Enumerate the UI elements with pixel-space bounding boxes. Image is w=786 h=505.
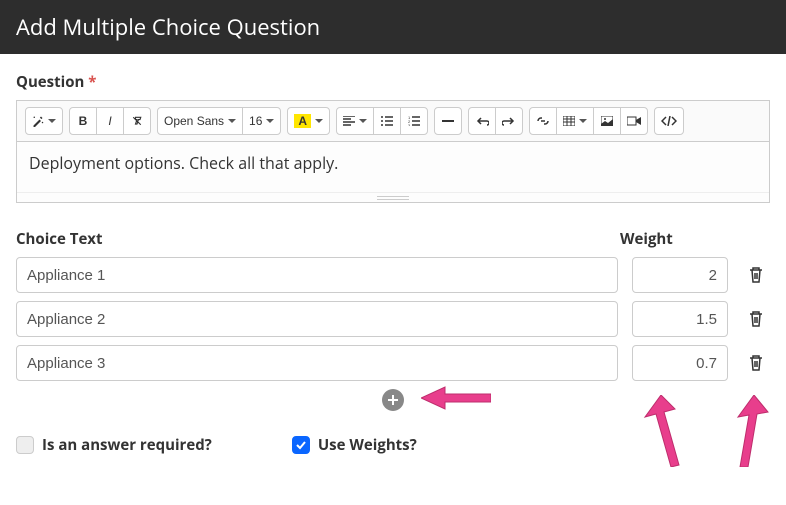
link-button[interactable] (529, 107, 557, 135)
choice-text-input[interactable] (16, 257, 618, 293)
table-button[interactable] (556, 107, 594, 135)
delete-choice-button[interactable] (742, 261, 770, 289)
clear-format-button[interactable] (123, 107, 151, 135)
trash-icon (748, 310, 764, 328)
options-row: Is an answer required? Use Weights? (16, 435, 770, 455)
weights-label: Use Weights? (318, 435, 417, 455)
question-label: Question (16, 72, 84, 92)
choices-section: Choice Text Weight (16, 229, 770, 411)
code-view-button[interactable] (654, 107, 684, 135)
choice-weight-header: Weight (620, 229, 730, 249)
ordered-list-button[interactable]: 123 (400, 107, 428, 135)
choice-row (16, 257, 770, 293)
choice-text-header: Choice Text (16, 229, 620, 249)
choice-weight-input[interactable] (632, 345, 728, 381)
choices-header-row: Choice Text Weight (16, 229, 770, 249)
unordered-list-button[interactable] (373, 107, 401, 135)
delete-choice-button[interactable] (742, 305, 770, 333)
required-checkbox-wrap[interactable]: Is an answer required? (16, 435, 212, 455)
dialog-title: Add Multiple Choice Question (16, 12, 320, 42)
dialog-content: Question * B I Open Sans 16 A 123 (0, 54, 786, 455)
magic-icon[interactable] (25, 107, 63, 135)
trash-icon (748, 266, 764, 284)
annotation-arrow (421, 383, 491, 413)
required-checkbox[interactable] (16, 436, 34, 454)
undo-button[interactable] (468, 107, 496, 135)
choice-weight-input[interactable] (632, 257, 728, 293)
image-button[interactable] (593, 107, 621, 135)
redo-button[interactable] (495, 107, 523, 135)
video-button[interactable] (620, 107, 648, 135)
italic-button[interactable]: I (96, 107, 124, 135)
dialog-header: Add Multiple Choice Question (0, 0, 786, 54)
delete-choice-button[interactable] (742, 349, 770, 377)
question-label-row: Question * (16, 72, 770, 92)
choice-row (16, 345, 770, 381)
choice-text-input[interactable] (16, 345, 618, 381)
required-asterisk: * (88, 72, 96, 92)
choice-text-input[interactable] (16, 301, 618, 337)
editor-toolbar: B I Open Sans 16 A 123 (17, 101, 769, 142)
plus-icon (387, 394, 399, 406)
bold-button[interactable]: B (69, 107, 97, 135)
hr-button[interactable] (434, 107, 462, 135)
font-family-select[interactable]: Open Sans (157, 107, 243, 135)
editor-resize-handle[interactable] (17, 192, 769, 202)
weights-checkbox-wrap[interactable]: Use Weights? (292, 435, 417, 455)
choice-weight-input[interactable] (632, 301, 728, 337)
add-choice-row (16, 389, 770, 411)
add-choice-button[interactable] (382, 389, 404, 411)
question-textarea[interactable]: Deployment options. Check all that apply… (17, 142, 769, 192)
highlight-button[interactable]: A (287, 107, 330, 135)
svg-text:3: 3 (408, 123, 411, 126)
required-label: Is an answer required? (42, 435, 212, 455)
rich-text-editor: B I Open Sans 16 A 123 (16, 100, 770, 203)
trash-icon (748, 354, 764, 372)
font-size-select[interactable]: 16 (242, 107, 281, 135)
align-button[interactable] (336, 107, 374, 135)
weights-checkbox[interactable] (292, 436, 310, 454)
choice-row (16, 301, 770, 337)
